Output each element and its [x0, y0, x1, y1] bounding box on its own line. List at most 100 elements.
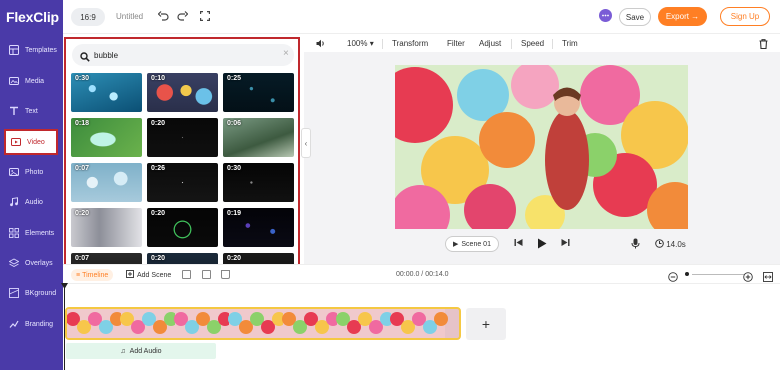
branding-icon: [8, 319, 19, 330]
chevron-down-icon: ▾: [369, 39, 374, 48]
playhead[interactable]: [64, 283, 65, 370]
scene-selector[interactable]: ▶ Scene 01: [445, 236, 499, 252]
background-icon: [8, 288, 19, 299]
video-thumbnail[interactable]: 0:19: [223, 208, 294, 247]
sidebar-item-overlays[interactable]: Overlays: [0, 250, 63, 276]
add-clip-button[interactable]: +: [466, 308, 506, 340]
video-thumbnail[interactable]: 0:06: [223, 118, 294, 157]
next-icon[interactable]: [561, 238, 570, 250]
sidebar-item-label: BKground: [25, 289, 57, 297]
project-title[interactable]: Untitled: [116, 12, 143, 21]
overlays-icon: [8, 258, 19, 269]
sidebar-item-elements[interactable]: Elements: [0, 220, 63, 246]
timeline-zoom: [668, 269, 778, 282]
flexclip-logo[interactable]: FlexClip: [6, 9, 59, 25]
speed-tool[interactable]: Speed: [521, 39, 544, 48]
zoom-value: 100%: [347, 39, 368, 48]
sidebar-item-video[interactable]: Video: [4, 129, 58, 155]
play-icon[interactable]: [537, 238, 547, 252]
sidebar-item-label: Text: [25, 107, 38, 115]
save-button[interactable]: Save: [619, 8, 651, 26]
sidebar-item-branding[interactable]: Branding: [0, 311, 63, 337]
sidebar-item-text[interactable]: Text: [0, 98, 63, 124]
video-duration: 0:20: [227, 255, 242, 262]
sidebar-item-label: Branding: [25, 320, 54, 328]
chat-icon[interactable]: [599, 9, 612, 22]
play-small-icon: ▶: [453, 241, 459, 248]
video-duration: 0:26: [151, 165, 166, 172]
undo-icon[interactable]: [157, 10, 169, 22]
delete-icon[interactable]: [759, 39, 768, 51]
video-duration: 0:30: [227, 165, 242, 172]
add-scene-button[interactable]: Add Scene: [126, 270, 171, 280]
add-scene-icon: [126, 270, 134, 280]
video-thumbnail[interactable]: 0:07: [71, 163, 142, 202]
search-input[interactable]: [94, 48, 264, 62]
filter-tool[interactable]: Filter: [447, 39, 465, 48]
video-frame-image: [395, 65, 688, 229]
trash-icon[interactable]: [221, 270, 230, 279]
clip-thumbnails: [67, 309, 448, 338]
volume-icon[interactable]: [316, 39, 326, 50]
video-thumbnail[interactable]: 0:26: [147, 163, 218, 202]
sidebar-item-audio[interactable]: Audio: [0, 189, 63, 215]
adjust-tool[interactable]: Adjust: [479, 39, 501, 48]
top-bar: 16:9 Untitled Save Export → Sign Up: [63, 0, 780, 34]
search-box[interactable]: ×: [72, 44, 294, 66]
audio-icon: [8, 197, 19, 208]
sidebar: FlexClip Templates Media Text Video Photo Aud…: [0, 0, 63, 370]
video-duration: 0:06: [227, 120, 242, 127]
video-thumbnail[interactable]: 0:30: [71, 73, 142, 112]
sign-up-button[interactable]: Sign Up: [720, 7, 770, 26]
microphone-icon[interactable]: [631, 238, 640, 252]
timeline-toolbar: ≡ Timeline Add Scene 00:00.0 / 00:14.0: [63, 264, 780, 284]
video-thumbnail[interactable]: 0:30: [223, 163, 294, 202]
zoom-dropdown[interactable]: 100% ▾: [347, 39, 374, 48]
previous-icon[interactable]: [514, 238, 523, 250]
video-duration: 0:20: [75, 210, 90, 217]
video-duration: 0:10: [151, 75, 166, 82]
video-duration: 0:20: [151, 210, 166, 217]
sidebar-item-photo[interactable]: Photo: [0, 159, 63, 185]
divider: [382, 39, 383, 49]
video-thumbnail[interactable]: 0:20: [147, 208, 218, 247]
zoom-slider-track[interactable]: [692, 274, 744, 275]
add-audio-button[interactable]: ♫ Add Audio: [66, 343, 216, 359]
elements-icon: [8, 228, 19, 239]
text-icon: [8, 106, 19, 117]
clear-search-icon[interactable]: ×: [283, 48, 289, 59]
transform-tool[interactable]: Transform: [392, 39, 428, 48]
zoom-slider-handle[interactable]: [685, 272, 689, 276]
video-thumbnail[interactable]: 0:20: [147, 118, 218, 157]
redo-icon[interactable]: [176, 10, 188, 22]
video-duration: 0:18: [75, 120, 90, 127]
preview-toolbar: 100% ▾ Transform Filter Adjust Speed Tri…: [305, 34, 780, 52]
music-note-icon: ♫: [120, 347, 126, 355]
timeline-icon: ≡: [76, 271, 81, 279]
split-icon[interactable]: [182, 270, 191, 279]
video-thumbnail[interactable]: 0:20: [71, 208, 142, 247]
export-button[interactable]: Export →: [658, 7, 707, 26]
sidebar-item-templates[interactable]: Templates: [0, 37, 63, 63]
sidebar-item-bkground[interactable]: BKground: [0, 280, 63, 306]
media-icon: [8, 76, 19, 87]
video-thumbnail[interactable]: 0:25: [223, 73, 294, 112]
video-clip-track[interactable]: [65, 307, 461, 340]
video-duration: 0:19: [227, 210, 242, 217]
photo-icon: [8, 167, 19, 178]
fullscreen-icon[interactable]: [199, 10, 211, 22]
sidebar-item-label: Templates: [25, 46, 57, 54]
video-duration: 0:07: [75, 255, 90, 262]
video-thumbnail[interactable]: 0:18: [71, 118, 142, 157]
video-duration: 0:20: [151, 255, 166, 262]
collapse-panel-button[interactable]: ‹: [301, 128, 311, 158]
video-duration: 0:25: [227, 75, 242, 82]
trim-tool[interactable]: Trim: [562, 39, 578, 48]
aspect-ratio-button[interactable]: 16:9: [71, 8, 105, 26]
video-preview[interactable]: [395, 65, 688, 229]
video-thumbnail[interactable]: 0:10: [147, 73, 218, 112]
sidebar-item-media[interactable]: Media: [0, 68, 63, 94]
sidebar-item-label: Media: [25, 77, 45, 85]
timeline-tab[interactable]: ≡ Timeline: [71, 269, 114, 281]
duplicate-icon[interactable]: [202, 270, 211, 279]
